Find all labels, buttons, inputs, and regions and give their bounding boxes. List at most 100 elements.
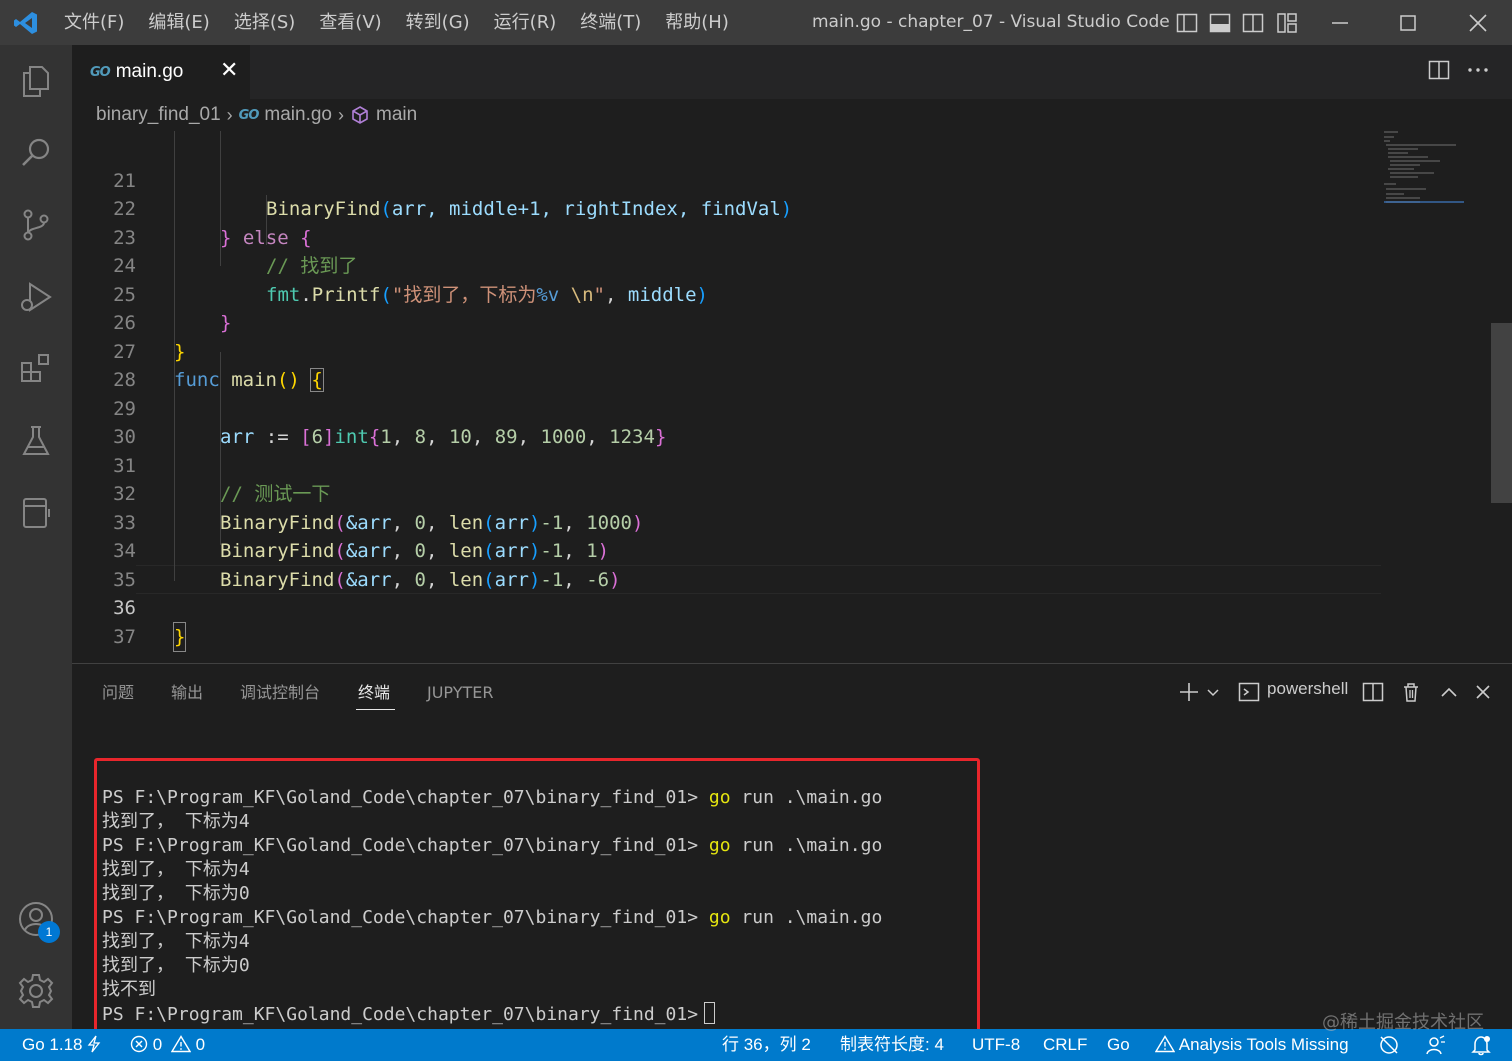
code-line: 33 BinaryFind(&arr, 0, len(arr)-1, 1) — [72, 480, 1382, 563]
problems-status[interactable]: 0 0 — [130, 1029, 205, 1061]
editor-tab-bar: GO main.go ✕ — [72, 45, 1512, 99]
terminal-output: 找到了， 下标为4 — [102, 811, 250, 832]
code-line: 26 } — [72, 281, 1382, 363]
code-line: 25 } — [72, 252, 1382, 335]
watermark: @稀土掘金技术社区 — [1322, 1012, 1484, 1033]
kill-terminal-trash-icon[interactable] — [1400, 680, 1422, 704]
active-tab-indicator — [356, 709, 395, 710]
terminal-prompt: PS F:\Program_KF\Goland_Code\chapter_07\… — [102, 835, 699, 856]
editor-scrollbar[interactable] — [1491, 323, 1512, 503]
split-terminal-icon[interactable] — [1362, 680, 1384, 704]
menu-help[interactable]: 帮助(H) — [653, 0, 741, 45]
breadcrumb-folder[interactable]: binary_find_01 — [96, 104, 221, 126]
close-window-button[interactable] — [1448, 0, 1508, 45]
code-line: 27 func main() { — [72, 309, 1382, 392]
toggle-panel-icon[interactable] — [1209, 12, 1231, 34]
toggle-primary-sidebar-icon[interactable] — [1176, 12, 1198, 34]
terminal-output: 找到了， 下标为4 — [102, 859, 250, 880]
error-icon — [130, 1032, 148, 1061]
tab-size[interactable]: 制表符长度: 4 — [840, 1029, 944, 1061]
source-control-icon[interactable] — [0, 189, 72, 261]
terminal-output: 找到了， 下标为4 — [102, 931, 250, 952]
menu-go[interactable]: 转到(G) — [394, 0, 482, 45]
window-title: main.go - chapter_07 - Visual Studio Cod… — [812, 12, 1170, 32]
breadcrumb-separator: › — [226, 104, 233, 125]
code-line: 35 — [72, 537, 1382, 591]
run-debug-icon[interactable] — [0, 261, 72, 333]
customize-layout-icon[interactable] — [1276, 12, 1298, 34]
minimap[interactable] — [1384, 131, 1494, 663]
menu-terminal[interactable]: 终端(T) — [568, 0, 653, 45]
settings-gear-icon[interactable] — [0, 955, 72, 1027]
terminal-command: run .\main.go — [730, 787, 883, 808]
symbol-method-icon — [350, 105, 370, 125]
notifications-bell-icon[interactable] — [1470, 1034, 1492, 1056]
terminal-prompt: PS F:\Program_KF\Goland_Code\chapter_07\… — [102, 1004, 699, 1025]
code-line: 21 BinaryFind(arr, middle+1, rightIndex,… — [72, 138, 1382, 221]
tab-main-go[interactable]: GO main.go ✕ — [72, 45, 250, 99]
line-number: 37 — [113, 625, 136, 648]
minimize-button[interactable] — [1310, 0, 1370, 45]
split-editor-icon[interactable] — [1428, 59, 1450, 85]
menu-edit[interactable]: 编辑(E) — [136, 0, 221, 45]
terminal-prompt: PS F:\Program_KF\Goland_Code\chapter_07\… — [102, 907, 699, 928]
testing-icon[interactable] — [0, 405, 72, 477]
code-line: 37 — [72, 594, 1382, 648]
menu-selection[interactable]: 选择(S) — [222, 0, 307, 45]
live-share-off-icon[interactable] — [1378, 1034, 1400, 1056]
breadcrumb-file[interactable]: main.go — [264, 104, 332, 126]
terminal-command-go: go — [708, 787, 731, 808]
code-line: 24 fmt.Printf("找到了，下标为%v \n", middle) — [72, 224, 1382, 306]
code-line: 28 — [72, 338, 1382, 391]
maximize-panel-chevron-up-icon[interactable] — [1439, 680, 1459, 704]
terminal-output: 找不到 — [102, 979, 156, 1000]
code-line: 32 BinaryFind(&arr, 0, len(arr)-1, 1000) — [72, 452, 1382, 534]
menu-file[interactable]: 文件(F) — [52, 0, 136, 45]
error-count: 0 — [152, 1035, 163, 1054]
analysis-tools-label: Analysis Tools Missing — [1178, 1035, 1349, 1054]
vscode-logo-icon — [0, 0, 52, 45]
lightning-icon — [87, 1032, 101, 1061]
bottom-panel: 问题 输出 调试控制台 终端 JUPYTER powershell PS F:\… — [72, 663, 1512, 1032]
cursor-position[interactable]: 行 36，列 2 — [722, 1029, 811, 1061]
toggle-secondary-sidebar-icon[interactable] — [1242, 12, 1264, 34]
tab-debug-console[interactable]: 调试控制台 — [240, 664, 320, 714]
tab-terminal[interactable]: 终端 — [358, 664, 390, 714]
feedback-icon[interactable] — [1424, 1034, 1446, 1056]
terminal-dropdown-chevron-icon[interactable] — [1206, 680, 1220, 704]
tab-close-icon[interactable]: ✕ — [220, 59, 238, 83]
explorer-icon[interactable] — [0, 45, 72, 117]
menu-view[interactable]: 查看(V) — [307, 0, 393, 45]
tab-jupyter[interactable]: JUPYTER — [427, 664, 494, 714]
warning-count: 0 — [195, 1035, 206, 1054]
maximize-button[interactable] — [1378, 0, 1438, 45]
go-version-status[interactable]: Go 1.18 — [22, 1029, 101, 1061]
terminal-output: 找到了， 下标为0 — [102, 955, 250, 976]
code-line: 36 } — [72, 566, 1382, 652]
accounts-icon[interactable] — [0, 883, 72, 955]
code-line: 31 // 测试一下 — [72, 423, 1382, 506]
remote-explorer-icon[interactable] — [0, 477, 72, 549]
tab-label: main.go — [115, 61, 184, 82]
activity-bar: 1 — [0, 45, 72, 1029]
code-editor[interactable]: 21 BinaryFind(arr, middle+1, rightIndex,… — [72, 131, 1512, 663]
breadcrumb-symbol[interactable]: main — [376, 104, 417, 126]
search-icon[interactable] — [0, 117, 72, 189]
analysis-tools-status[interactable]: Analysis Tools Missing — [1154, 1029, 1349, 1061]
tab-problems[interactable]: 问题 — [102, 664, 134, 714]
new-terminal-plus-icon[interactable] — [1178, 680, 1200, 704]
line-ending[interactable]: CRLF — [1043, 1029, 1087, 1061]
menu-run[interactable]: 运行(R) — [482, 0, 569, 45]
menu-bar: 文件(F) 编辑(E) 选择(S) 查看(V) 转到(G) 运行(R) 终端(T… — [52, 0, 741, 45]
close-panel-icon[interactable] — [1473, 680, 1493, 704]
code-line: 30 — [72, 395, 1382, 448]
terminal-kind-label[interactable]: powershell — [1267, 679, 1348, 699]
terminal-prompt: PS F:\Program_KF\Goland_Code\chapter_07\… — [102, 787, 699, 808]
tab-output[interactable]: 输出 — [171, 664, 203, 714]
language-mode[interactable]: Go — [1107, 1029, 1130, 1061]
terminal-input-line[interactable]: PS F:\Program_KF\Goland_Code\chapter_07\… — [102, 1002, 716, 1026]
more-actions-icon[interactable] — [1466, 59, 1490, 85]
account-badge: 1 — [38, 921, 60, 943]
extensions-icon[interactable] — [0, 333, 72, 405]
encoding[interactable]: UTF-8 — [972, 1029, 1020, 1061]
